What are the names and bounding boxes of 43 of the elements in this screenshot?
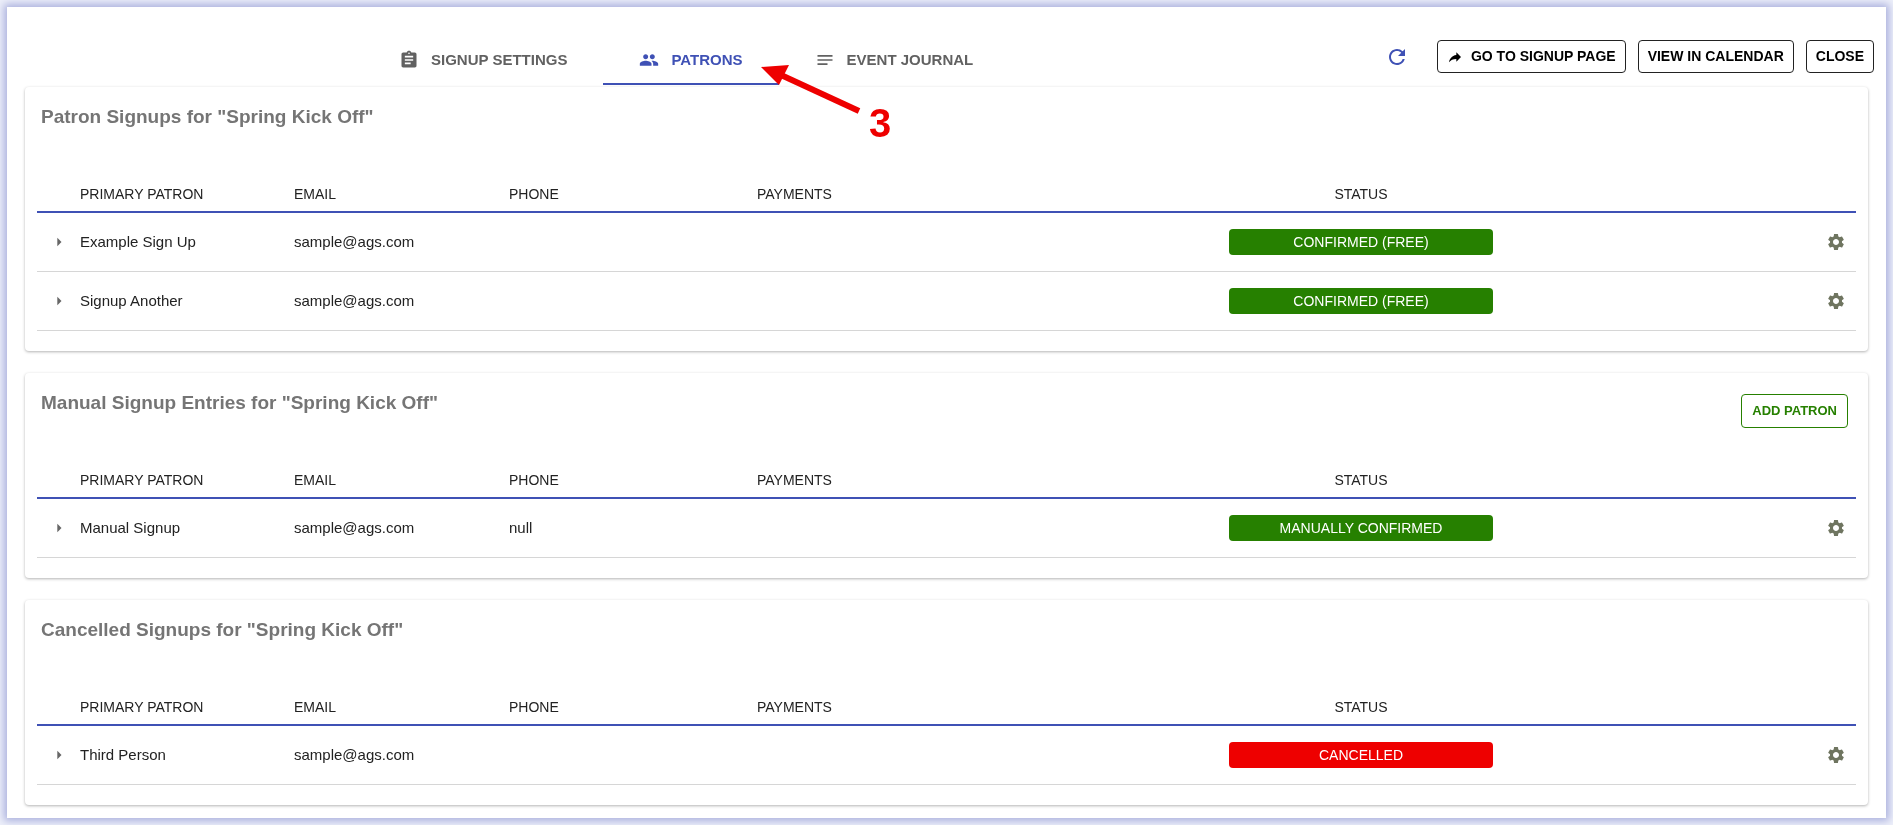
- section-title: Manual Signup Entries for "Spring Kick Off": [40, 391, 439, 415]
- column-header: PAYMENTS: [757, 470, 832, 490]
- column-header: STATUS: [1334, 184, 1388, 204]
- column-header: PRIMARY PATRON: [80, 697, 204, 717]
- table-cell-text: Manual Signup: [80, 517, 182, 538]
- column-header: PAYMENTS: [757, 697, 832, 717]
- column-header: EMAIL: [294, 470, 336, 490]
- column-header: PHONE: [509, 184, 559, 204]
- section-title: Cancelled Signups for "Spring Kick Off": [40, 618, 405, 642]
- table-cell-text: Third Person: [80, 744, 167, 765]
- clipboard-icon: [399, 50, 419, 70]
- toolbar-button[interactable]: VIEW IN CALENDAR: [1637, 40, 1794, 73]
- table-cell-text: null: [509, 517, 534, 538]
- column-header: PAYMENTS: [757, 184, 832, 204]
- status-label: CONFIRMED (FREE): [1229, 288, 1493, 314]
- status-label: CONFIRMED (FREE): [1229, 229, 1493, 255]
- table-cell-text: sample@ags.com: [294, 290, 416, 311]
- status-label: MANUALLY CONFIRMED: [1229, 515, 1493, 541]
- toolbar-button[interactable]: GO TO SIGNUP PAGE: [1436, 40, 1626, 73]
- column-header: PRIMARY PATRON: [80, 184, 204, 204]
- column-header: STATUS: [1334, 697, 1388, 717]
- section-title: Patron Signups for "Spring Kick Off": [40, 105, 375, 129]
- settings-icon[interactable]: [1826, 518, 1846, 538]
- status-label: CANCELLED: [1229, 742, 1493, 768]
- table-cell-text: sample@ags.com: [294, 231, 416, 252]
- tab[interactable]: EVENT JOURNAL: [778, 37, 1010, 85]
- column-header: PRIMARY PATRON: [80, 470, 204, 490]
- table-cell-text: Example Sign Up: [80, 231, 197, 252]
- column-header: EMAIL: [294, 697, 336, 717]
- tab[interactable]: SIGNUP SETTINGS: [363, 37, 604, 85]
- table-cell-text: sample@ags.com: [294, 517, 416, 538]
- settings-icon[interactable]: [1826, 232, 1846, 252]
- column-header: PHONE: [509, 470, 559, 490]
- column-header: STATUS: [1334, 470, 1388, 490]
- add-patron-button[interactable]: ADD PATRON: [1741, 394, 1848, 428]
- toolbar-button[interactable]: CLOSE: [1805, 40, 1874, 73]
- table-cell-text: Signup Another: [80, 290, 184, 311]
- table-cell-text: sample@ags.com: [294, 744, 416, 765]
- settings-icon[interactable]: [1826, 291, 1846, 311]
- annotation-number: 3: [869, 103, 892, 143]
- settings-icon[interactable]: [1826, 745, 1846, 765]
- column-header: EMAIL: [294, 184, 336, 204]
- column-header: PHONE: [509, 697, 559, 717]
